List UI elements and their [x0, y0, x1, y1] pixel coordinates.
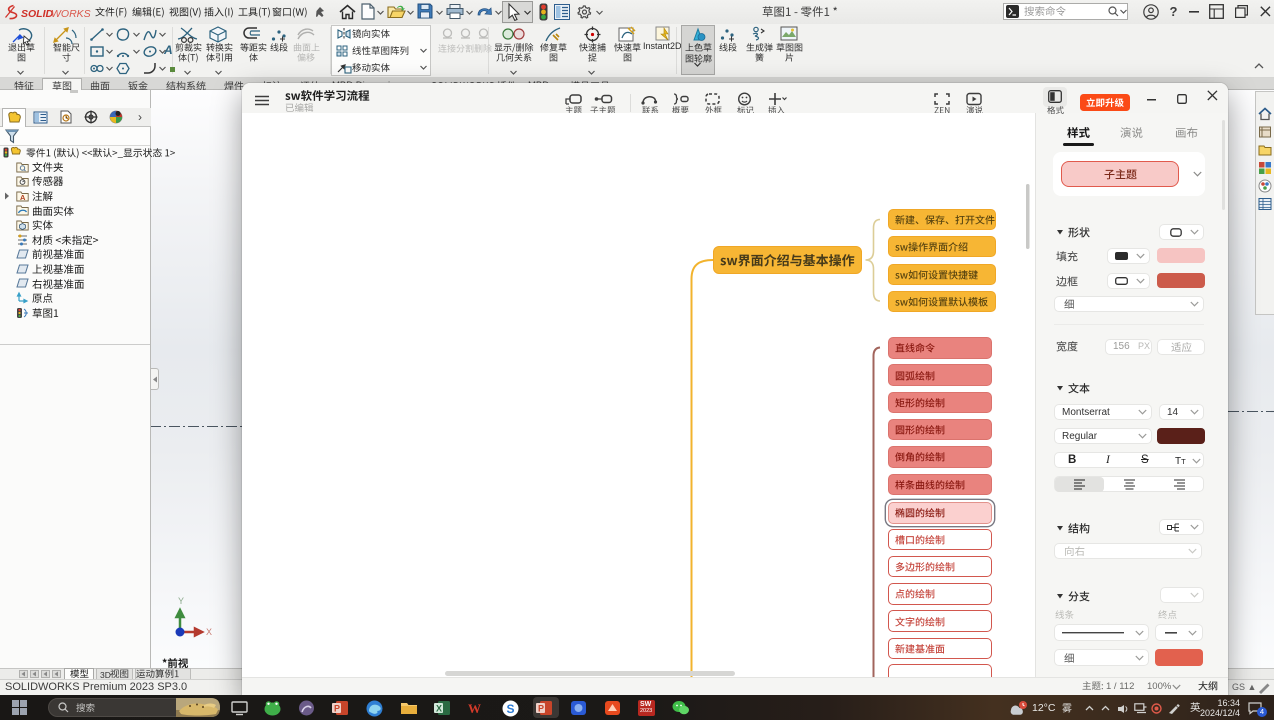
svg-text:WORKS: WORKS	[51, 8, 91, 20]
svg-text:Y: Y	[178, 596, 184, 606]
svg-text:S: S	[507, 702, 515, 716]
svg-text:P: P	[334, 704, 340, 714]
svg-text:SOLID: SOLID	[21, 8, 54, 20]
svg-text:P: P	[538, 704, 544, 714]
svg-text:X: X	[436, 704, 442, 714]
svg-text:X: X	[206, 627, 212, 637]
svg-text:A: A	[20, 193, 26, 202]
